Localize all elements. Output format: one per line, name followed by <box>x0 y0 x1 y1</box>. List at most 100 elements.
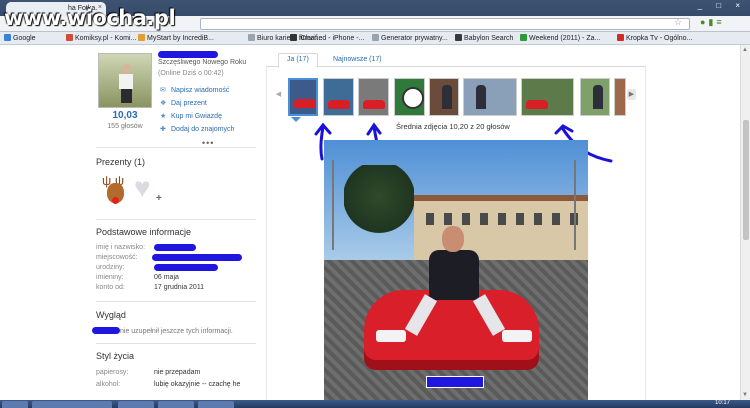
tab-newest[interactable]: Najnowsze (17) <box>324 53 391 67</box>
lifestyle-value: nie przepadam <box>154 369 201 376</box>
profile-status: Szczęśliwego Nowego Roku <box>158 59 247 66</box>
profile-sidebar: 10,03 155 głosów Szczęśliwego Nowego Rok… <box>90 45 260 400</box>
profile-page: 10,03 155 głosów Szczęśliwego Nowego Rok… <box>0 45 740 400</box>
thumb-car <box>526 100 548 109</box>
lifestyle-label: papierosy: <box>96 369 129 376</box>
gallery-tabs: Ja (17) Najnowsze (17) <box>266 53 646 67</box>
taskbar-item[interactable] <box>118 401 154 408</box>
envelope-icon: ✉ <box>160 87 166 94</box>
appearance-title: Wygląd <box>96 310 126 320</box>
add-gift-icon[interactable]: + <box>156 193 162 204</box>
info-label: imię i nazwisko: <box>96 244 146 251</box>
redacted-name-value <box>154 244 196 251</box>
tab-me[interactable]: Ja (17) <box>278 53 318 67</box>
photo-thumbnail[interactable] <box>580 78 610 116</box>
bookmark-star-icon[interactable]: ☆ <box>674 17 682 28</box>
extension-icons[interactable]: ●▮≡ <box>700 17 725 28</box>
bookmark-label: Komiksy.pl - Komi... <box>75 35 137 42</box>
taskbar: 10:17 <box>0 400 750 408</box>
scroll-up-icon[interactable]: ▲ <box>742 47 748 53</box>
info-value: 06 maja <box>154 274 179 281</box>
star-icon: ★ <box>160 113 167 120</box>
redacted-name <box>158 51 218 58</box>
profile-rating: 10,03 <box>112 110 138 121</box>
window-controls[interactable]: _ □ × <box>698 1 746 10</box>
profile-action-label: Dodaj do znajomych <box>171 126 235 133</box>
bookmark-item[interactable]: Weekend (2011) - Za... <box>520 34 600 42</box>
redacted-appearance-name <box>92 327 120 334</box>
photo-thumbnail[interactable] <box>521 78 574 116</box>
clock: 10:17 <box>714 400 730 406</box>
photo-thumbnail[interactable] <box>394 78 425 116</box>
thumb-person <box>476 85 486 109</box>
bookmark-label: iClarified - iPhone -... <box>299 35 365 42</box>
page-scrollbar[interactable]: ▲ ▼ <box>740 45 750 400</box>
photo-thumbnail[interactable] <box>323 78 354 116</box>
bookmark-favicon-icon <box>617 34 624 41</box>
reindeer-gift-icon[interactable]: ψ ψ <box>102 173 128 207</box>
photo-thumbnail[interactable] <box>429 78 459 116</box>
scroll-down-icon[interactable]: ▼ <box>742 392 748 398</box>
start-button[interactable] <box>2 401 28 408</box>
photo-thumbnail[interactable] <box>288 78 318 116</box>
gifts-title: Prezenty (1) <box>96 157 146 167</box>
bookmark-item[interactable]: Babylon Search <box>455 34 513 42</box>
bookmark-favicon-icon <box>4 34 11 41</box>
profile-action-label: Napisz wiadomość <box>171 87 230 94</box>
bookmark-favicon-icon <box>520 34 527 41</box>
profile-votes: 155 głosów <box>107 123 143 130</box>
active-thumb-pointer <box>291 117 301 122</box>
profile-action-label: Kup mi Gwiazdę <box>171 113 222 120</box>
photo-thumbnail[interactable] <box>358 78 389 116</box>
photo-thumbnail[interactable] <box>614 78 626 116</box>
bookmark-favicon-icon <box>290 34 297 41</box>
redacted-birthday-value <box>154 264 218 271</box>
add-friend-icon: ✚ <box>160 126 166 133</box>
thumb-person <box>442 85 452 109</box>
taskbar-item[interactable] <box>32 401 112 408</box>
profile-action-link[interactable]: ✚ Dodaj do znajomych <box>160 125 234 133</box>
profile-action-link[interactable]: ★ Kup mi Gwiazdę <box>160 112 222 120</box>
bookmark-item[interactable]: Komiksy.pl - Komi... <box>66 34 136 42</box>
scroll-thumb[interactable] <box>743 120 749 240</box>
taskbar-item[interactable] <box>158 401 194 408</box>
thumbs-prev-button[interactable]: ◀ <box>274 89 283 100</box>
taskbar-item[interactable] <box>198 401 234 408</box>
bookmark-label: MyStart by IncrediB... <box>147 35 214 42</box>
basic-info-title: Podstawowe informacje <box>96 227 192 237</box>
online-status: (Online Dziś o 00:42) <box>158 70 224 77</box>
thumb-car <box>294 99 316 108</box>
info-value: 17 grudnia 2011 <box>154 284 205 291</box>
bookmark-item[interactable]: Kropka Tv - Ogólno... <box>617 34 692 42</box>
avatar[interactable] <box>98 53 152 108</box>
avatar-figure <box>119 64 133 104</box>
lifestyle-label: alkohol: <box>96 381 121 388</box>
info-label: urodziny: <box>96 264 125 271</box>
lifestyle-title: Styl życia <box>96 351 135 361</box>
gift-icon: ❖ <box>160 100 167 107</box>
bookmark-item[interactable]: MyStart by IncrediB... <box>138 34 214 42</box>
bookmark-item[interactable]: iClarified - iPhone -... <box>290 34 364 42</box>
heart-gift-icon[interactable]: ♥ <box>134 174 151 202</box>
main-photo[interactable] <box>324 140 588 400</box>
profile-action-link[interactable]: ✉ Napisz wiadomość <box>160 86 229 94</box>
photo-thumbnail[interactable] <box>463 78 517 116</box>
bookmark-label: Google <box>13 35 36 42</box>
info-label: konto od: <box>96 284 125 291</box>
bookmark-item[interactable]: Google <box>4 34 36 42</box>
bookmarks-bar: Google Komiksy.pl - Komi... MyStart by Inc… <box>0 32 750 45</box>
profile-action-link[interactable]: ❖ Daj prezent <box>160 99 207 107</box>
bookmark-item[interactable]: Generator prywatny... <box>372 34 448 42</box>
bookmark-label: Kropka Tv - Ogólno... <box>626 35 693 42</box>
thumb-ball <box>402 87 424 109</box>
thumb-car <box>328 100 350 109</box>
gallery-panel: Ja (17) Najnowsze (17) ◀ ▶ Średnia zdjęci… <box>266 45 740 400</box>
info-label: imieniny: <box>96 274 124 281</box>
thumbs-next-button[interactable]: ▶ <box>627 89 636 100</box>
info-label: miejscowość: <box>96 254 138 261</box>
person <box>429 250 479 300</box>
address-bar[interactable] <box>200 18 690 30</box>
appearance-text: nie uzupełnił jeszcze tych informacji. <box>120 328 233 335</box>
bookmark-favicon-icon <box>372 34 379 41</box>
redacted-plate <box>426 376 484 388</box>
